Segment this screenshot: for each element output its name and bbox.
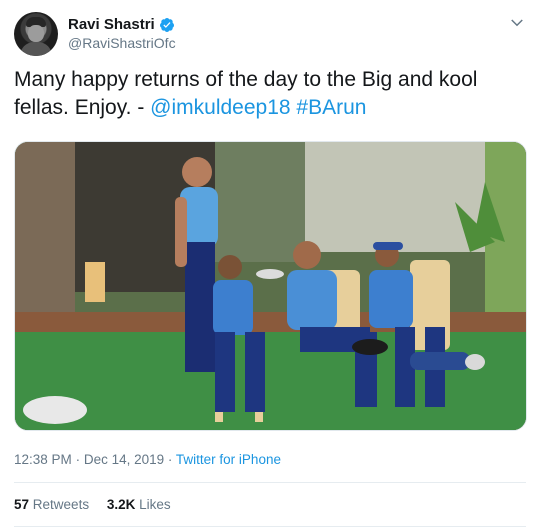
tweet-time[interactable]: 12:38 PM [14, 452, 72, 467]
divider-top [14, 482, 526, 483]
likes-stat[interactable]: 3.2K Likes [107, 497, 171, 512]
tweet-meta: 12:38 PM · Dec 14, 2019 · Twitter for iP… [14, 452, 281, 467]
retweets-stat[interactable]: 57 Retweets [14, 497, 89, 512]
verified-badge-icon [159, 17, 174, 32]
hashtag-link[interactable]: #BArun [296, 96, 366, 119]
retweets-count: 57 [14, 497, 30, 512]
tweet-date[interactable]: Dec 14, 2019 [84, 452, 164, 467]
display-name[interactable]: Ravi Shastri [68, 16, 155, 33]
tweet-card: Ravi Shastri @RaviShastriOfc Many happy … [0, 0, 541, 530]
chevron-down-icon[interactable] [508, 14, 526, 32]
tweet-source-link[interactable]: Twitter for iPhone [176, 452, 281, 467]
photo-illustration [15, 142, 526, 430]
divider-bottom [14, 526, 526, 527]
retweets-label: Retweets [32, 497, 90, 512]
tweet-text: Many happy returns of the day to the Big… [14, 66, 526, 122]
meta-separator-2: · [167, 452, 173, 467]
tweet-header: Ravi Shastri @RaviShastriOfc [14, 10, 530, 58]
avatar-body [20, 42, 52, 56]
avatar[interactable] [14, 12, 58, 56]
name-row: Ravi Shastri [68, 16, 175, 33]
likes-count: 3.2K [106, 497, 136, 512]
likes-label: Likes [139, 497, 171, 512]
tweet-stats: 57 Retweets 3.2K Likes [14, 497, 185, 512]
meta-separator: · [75, 452, 81, 467]
user-handle[interactable]: @RaviShastriOfc [68, 35, 176, 51]
tweet-photo[interactable] [14, 141, 527, 431]
mention-link[interactable]: @imkuldeep18 [150, 96, 290, 119]
avatar-face [28, 25, 44, 42]
